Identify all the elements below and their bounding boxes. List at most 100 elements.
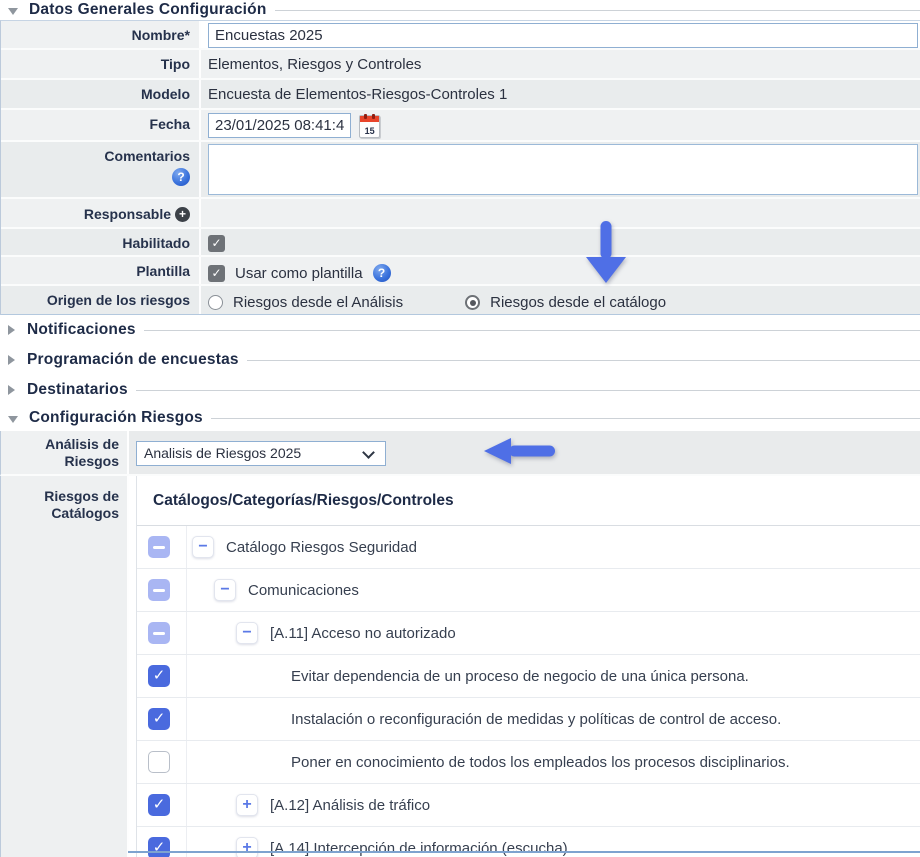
expand-triangle-icon xyxy=(8,325,15,335)
tristate-checkbox[interactable] xyxy=(148,536,170,558)
table-row: ✓ + [A.12] Análisis de tráfico xyxy=(137,784,920,827)
row-label: Comunicaciones xyxy=(248,582,359,599)
tristate-checkbox[interactable] xyxy=(148,622,170,644)
habilitado-checkbox[interactable]: ✓ xyxy=(208,235,225,252)
divider xyxy=(275,10,920,11)
table-bottom-border xyxy=(128,851,920,853)
row-label: [A.11] Acceso no autorizado xyxy=(270,625,456,642)
form-row-tipo: Tipo Elementos, Riesgos y Controles xyxy=(1,50,920,80)
expand-triangle-icon xyxy=(8,385,15,395)
row-content: Instalación o reconfiguración de medidas… xyxy=(187,698,920,740)
fecha-label: Fecha xyxy=(1,110,201,140)
form-row-comentarios: Comentarios ? xyxy=(1,142,920,199)
table-row: ✓ Evitar dependencia de un proceso de neg… xyxy=(137,655,920,698)
annotation-arrow-down-icon xyxy=(584,221,628,285)
collapse-triangle-icon xyxy=(8,8,18,15)
row-content: Poner en conocimiento de todos los emple… xyxy=(187,741,920,783)
comentarios-textarea[interactable] xyxy=(208,144,918,195)
analisis-select[interactable]: Analisis de Riesgos 2025 xyxy=(136,441,386,466)
section-configuracion-riesgos-header[interactable]: Configuración Riesgos xyxy=(0,405,920,431)
checkbox-cell xyxy=(137,741,187,783)
divider xyxy=(211,418,920,419)
row-label: [A.14] Intercepción de información (escu… xyxy=(270,840,568,857)
plantilla-label: Plantilla xyxy=(1,257,201,284)
collapse-triangle-icon xyxy=(8,416,18,423)
form-row-habilitado: Habilitado ✓ xyxy=(1,229,920,257)
row-content: + [A.12] Análisis de tráfico xyxy=(187,784,920,826)
row-checkbox[interactable]: ✓ xyxy=(148,708,170,730)
nombre-label: Nombre* xyxy=(1,21,201,48)
section-title: Datos Generales Configuración xyxy=(29,1,267,19)
help-icon[interactable]: ? xyxy=(373,264,391,282)
checkbox-cell: ✓ xyxy=(137,784,187,826)
riesgos-catalogos-row: Riesgos de Catálogos Catálogos/Categoría… xyxy=(0,476,920,857)
section-title: Notificaciones xyxy=(27,321,136,339)
catalog-tree: −Catálogo Riesgos Seguridad−Comunicacion… xyxy=(137,526,920,857)
collapse-toggle[interactable]: − xyxy=(214,579,236,601)
row-checkbox[interactable]: ✓ xyxy=(148,665,170,687)
form-row-modelo: Modelo Encuesta de Elementos-Riesgos-Con… xyxy=(1,80,920,110)
calendar-icon[interactable]: 15 xyxy=(359,115,380,138)
section-destinatarios-header[interactable]: Destinatarios xyxy=(0,375,920,405)
form-row-origen: Origen de los riesgos Riesgos desde el A… xyxy=(1,286,920,315)
responsable-label: Responsable xyxy=(84,206,171,222)
fecha-input[interactable] xyxy=(208,113,351,138)
radio-label: Riesgos desde el catálogo xyxy=(490,294,666,311)
table-row: Poner en conocimiento de todos los emple… xyxy=(137,741,920,784)
radio-option-catalogo[interactable]: Riesgos desde el catálogo xyxy=(465,294,666,311)
divider xyxy=(144,330,920,331)
form-row-fecha: Fecha 15 xyxy=(1,110,920,142)
tristate-checkbox[interactable] xyxy=(148,579,170,601)
row-content: −Comunicaciones xyxy=(187,569,920,611)
row-content: Evitar dependencia de un proceso de nego… xyxy=(187,655,920,697)
habilitado-label: Habilitado xyxy=(1,229,201,255)
modelo-label: Modelo xyxy=(1,80,201,108)
section-datos-generales-header[interactable]: Datos Generales Configuración xyxy=(0,0,920,20)
row-checkbox[interactable] xyxy=(148,751,170,773)
analisis-label: Análisis de Riesgos xyxy=(1,431,129,474)
tipo-label: Tipo xyxy=(1,50,201,78)
row-label: Catálogo Riesgos Seguridad xyxy=(226,539,417,556)
radio-option-analisis[interactable]: Riesgos desde el Análisis xyxy=(208,294,403,311)
row-checkbox[interactable]: ✓ xyxy=(148,837,170,857)
row-label: Instalación o reconfiguración de medidas… xyxy=(291,711,781,728)
tipo-value: Elementos, Riesgos y Controles xyxy=(201,50,920,78)
checkbox-cell: ✓ xyxy=(137,655,187,697)
section-programacion-header[interactable]: Programación de encuestas xyxy=(0,345,920,375)
catalog-table: Catálogos/Categorías/Riesgos/Controles −… xyxy=(136,476,920,857)
help-icon[interactable]: ? xyxy=(172,168,190,186)
radio-label: Riesgos desde el Análisis xyxy=(233,294,403,311)
form-row-nombre: Nombre* xyxy=(1,21,920,50)
form-row-responsable: Responsable + xyxy=(1,199,920,229)
checkbox-cell: ✓ xyxy=(137,698,187,740)
plantilla-checkbox-label: Usar como plantilla xyxy=(235,265,363,282)
row-checkbox[interactable]: ✓ xyxy=(148,794,170,816)
plantilla-checkbox[interactable]: ✓ xyxy=(208,265,225,282)
collapse-toggle[interactable]: − xyxy=(192,536,214,558)
analisis-riesgos-row: Análisis de Riesgos Analisis de Riesgos … xyxy=(0,431,920,476)
row-label: Poner en conocimiento de todos los emple… xyxy=(291,754,790,771)
radio-icon[interactable] xyxy=(208,295,223,310)
row-content: −Catálogo Riesgos Seguridad xyxy=(187,526,920,568)
collapse-toggle[interactable]: − xyxy=(236,622,258,644)
table-row: −Comunicaciones xyxy=(137,569,920,612)
section-notificaciones-header[interactable]: Notificaciones xyxy=(0,315,920,345)
nombre-input[interactable] xyxy=(208,23,918,48)
catalogos-label: Riesgos de Catálogos xyxy=(1,476,129,857)
modelo-value: Encuesta de Elementos-Riesgos-Controles … xyxy=(201,80,920,108)
checkbox-cell xyxy=(137,569,187,611)
table-row: −Catálogo Riesgos Seguridad xyxy=(137,526,920,569)
section-title: Destinatarios xyxy=(27,381,128,399)
catalog-table-header: Catálogos/Categorías/Riesgos/Controles xyxy=(137,476,920,526)
checkbox-cell xyxy=(137,526,187,568)
origen-label: Origen de los riesgos xyxy=(1,286,201,314)
radio-icon[interactable] xyxy=(465,295,480,310)
accordion-sections: Notificaciones Programación de encuestas… xyxy=(0,315,920,431)
add-responsable-icon[interactable]: + xyxy=(175,207,190,222)
expand-toggle[interactable]: + xyxy=(236,837,258,857)
row-label: [A.12] Análisis de tráfico xyxy=(270,797,430,814)
chevron-down-icon xyxy=(362,446,375,459)
expand-toggle[interactable]: + xyxy=(236,794,258,816)
comentarios-label-cell: Comentarios ? xyxy=(1,142,201,197)
datos-generales-form: Nombre* Tipo Elementos, Riesgos y Contro… xyxy=(0,20,920,315)
